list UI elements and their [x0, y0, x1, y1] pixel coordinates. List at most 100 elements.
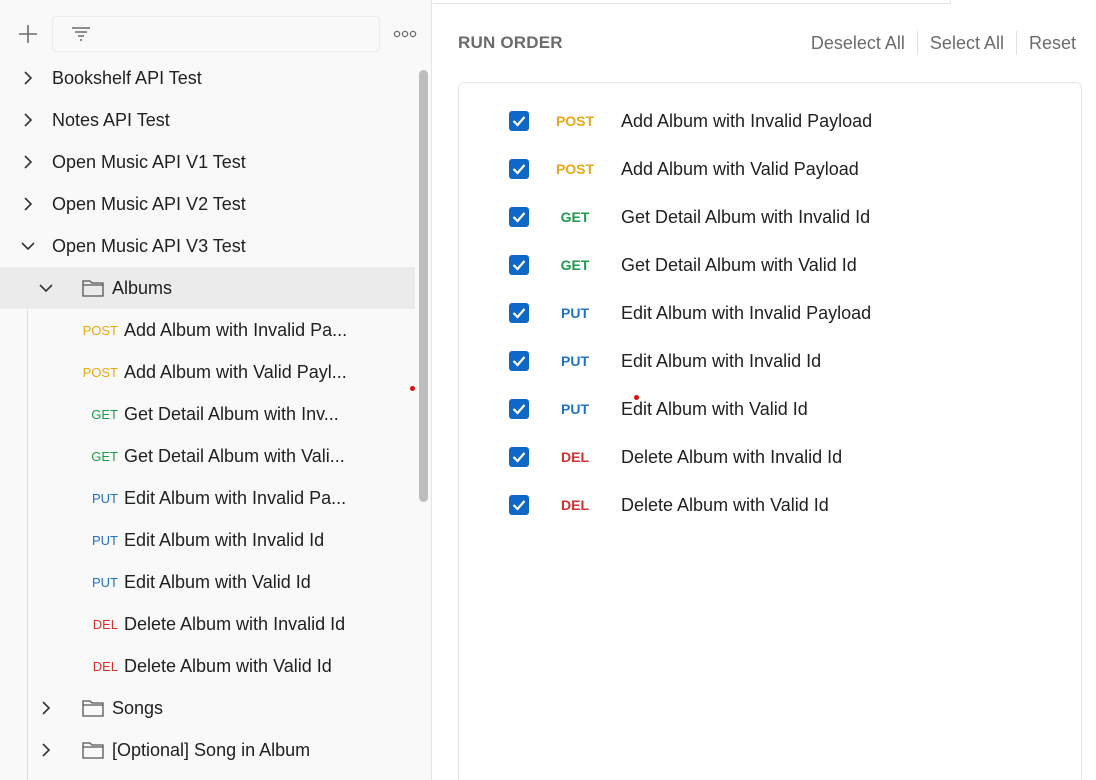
- collection-item[interactable]: Open Music API V3 Test: [0, 225, 415, 267]
- checkmark-icon: [512, 164, 526, 175]
- request-item[interactable]: PUT Edit Album with Valid Id: [0, 561, 415, 603]
- plus-icon: [19, 25, 37, 43]
- request-checkbox[interactable]: [509, 111, 529, 131]
- chevron-down-icon: [38, 280, 54, 296]
- request-item[interactable]: DEL Delete Album with Valid Id: [0, 645, 415, 687]
- run-order-item: POST Add Album with Valid Payload: [509, 145, 872, 193]
- request-checkbox[interactable]: [509, 255, 529, 275]
- method-badge: DEL: [561, 449, 589, 465]
- checkmark-icon: [512, 212, 526, 223]
- request-label: Add Album with Valid Payl...: [124, 361, 347, 382]
- select-all-button[interactable]: Select All: [918, 33, 1016, 54]
- run-order-item: DEL Delete Album with Valid Id: [509, 481, 872, 529]
- folder-icon: [82, 699, 104, 717]
- method-badge: PUT: [92, 532, 118, 548]
- request-label: Edit Album with Valid Id: [621, 398, 808, 419]
- checkmark-icon: [512, 500, 526, 511]
- request-item[interactable]: GET Get Detail Album with Vali...: [0, 435, 415, 477]
- request-item[interactable]: PUT Edit Album with Invalid Pa...: [0, 477, 415, 519]
- request-checkbox[interactable]: [509, 399, 529, 419]
- collection-label: Open Music API V1 Test: [52, 151, 246, 172]
- method-badge: GET: [91, 448, 118, 464]
- request-checkbox[interactable]: [509, 495, 529, 515]
- run-order-list: POST Add Album with Invalid Payload POST…: [509, 97, 872, 529]
- request-label: Delete Album with Valid Id: [124, 655, 332, 676]
- chevron-right-icon: [20, 70, 36, 86]
- collection-label: Open Music API V2 Test: [52, 193, 246, 214]
- more-options-button[interactable]: [392, 24, 418, 44]
- request-label: Add Album with Invalid Payload: [621, 110, 873, 131]
- run-order-item: GET Get Detail Album with Valid Id: [509, 241, 872, 289]
- method-badge: POST: [555, 113, 595, 129]
- sidebar-scrollbar[interactable]: [419, 70, 428, 502]
- checkmark-icon: [512, 260, 526, 271]
- more-options-icon: [393, 30, 417, 38]
- chevron-right-icon: [20, 154, 36, 170]
- request-label: Add Album with Valid Payload: [621, 158, 859, 179]
- request-item[interactable]: PUT Edit Album with Invalid Id: [0, 519, 415, 561]
- sidebar: Bookshelf API Test Notes API Test Open M…: [0, 0, 432, 780]
- collection-runner: Bookshelf API Test Notes API Test Open M…: [0, 0, 1096, 780]
- request-checkbox[interactable]: [509, 303, 529, 323]
- request-label: Add Album with Invalid Pa...: [124, 319, 348, 340]
- folder-label: Songs: [112, 697, 164, 718]
- folder-icon: [82, 279, 104, 297]
- request-label: Edit Album with Invalid Payload: [621, 302, 872, 323]
- run-order-list-card: POST Add Album with Invalid Payload POST…: [458, 82, 1082, 780]
- checkmark-icon: [512, 116, 526, 127]
- run-order-actions: Deselect All Select All Reset: [799, 31, 1076, 55]
- request-checkbox[interactable]: [509, 447, 529, 467]
- folder-label: Albums: [112, 277, 173, 298]
- run-order-title: RUN ORDER: [458, 33, 563, 52]
- request-checkbox[interactable]: [509, 207, 529, 227]
- request-checkbox[interactable]: [509, 159, 529, 179]
- request-label: Get Detail Album with Valid Id: [621, 254, 857, 275]
- checkmark-icon: [512, 356, 526, 367]
- chevron-down-icon: [20, 238, 36, 254]
- request-item[interactable]: GET Get Detail Album with Inv...: [0, 393, 415, 435]
- folder-item-albums[interactable]: Albums: [0, 267, 415, 309]
- collection-item[interactable]: Open Music API V2 Test: [0, 183, 415, 225]
- run-order-item: PUT Edit Album with Valid Id: [509, 385, 872, 433]
- filter-input[interactable]: [52, 16, 380, 52]
- run-order-item: POST Add Album with Invalid Payload: [509, 97, 872, 145]
- new-collection-button[interactable]: [16, 22, 40, 46]
- method-badge: PUT: [561, 353, 589, 369]
- request-label: Edit Album with Invalid Id: [621, 350, 822, 371]
- collection-tree: Bookshelf API Test Notes API Test Open M…: [0, 57, 415, 771]
- request-label: Delete Album with Invalid Id: [124, 613, 346, 634]
- checkmark-icon: [512, 452, 526, 463]
- collection-label: Notes API Test: [52, 109, 170, 130]
- unsaved-indicator-dot: [410, 386, 415, 391]
- request-checkbox[interactable]: [509, 351, 529, 371]
- request-label: Edit Album with Valid Id: [124, 571, 311, 592]
- request-label: Get Detail Album with Vali...: [124, 445, 345, 466]
- deselect-all-button[interactable]: Deselect All: [799, 33, 917, 54]
- method-badge: GET: [560, 209, 590, 225]
- sidebar-toolbar: [0, 0, 431, 64]
- folder-label: [Optional] Song in Album: [112, 739, 311, 760]
- collection-item[interactable]: Bookshelf API Test: [0, 57, 415, 99]
- request-label: Delete Album with Invalid Id: [621, 446, 843, 467]
- request-label: Edit Album with Invalid Id: [124, 529, 325, 550]
- chevron-right-icon: [20, 112, 36, 128]
- method-badge: POST: [82, 364, 118, 380]
- collection-item[interactable]: Open Music API V1 Test: [0, 141, 415, 183]
- folder-item-song-in-album[interactable]: [Optional] Song in Album: [0, 729, 415, 771]
- method-badge: DEL: [92, 616, 118, 632]
- method-badge: DEL: [561, 497, 589, 513]
- run-order-item: PUT Edit Album with Invalid Payload: [509, 289, 872, 337]
- chevron-right-icon: [20, 196, 36, 212]
- folder-item-songs[interactable]: Songs: [0, 687, 415, 729]
- request-item[interactable]: POST Add Album with Valid Payl...: [0, 351, 415, 393]
- collection-item[interactable]: Notes API Test: [0, 99, 415, 141]
- method-badge: GET: [560, 257, 590, 273]
- method-badge: PUT: [561, 401, 589, 417]
- request-item[interactable]: POST Add Album with Invalid Pa...: [0, 309, 415, 351]
- method-badge: PUT: [92, 490, 118, 506]
- request-item[interactable]: DEL Delete Album with Invalid Id: [0, 603, 415, 645]
- request-label: Get Detail Album with Invalid Id: [621, 206, 871, 227]
- method-badge: PUT: [92, 574, 118, 590]
- method-badge: DEL: [92, 658, 118, 674]
- reset-button[interactable]: Reset: [1017, 33, 1076, 54]
